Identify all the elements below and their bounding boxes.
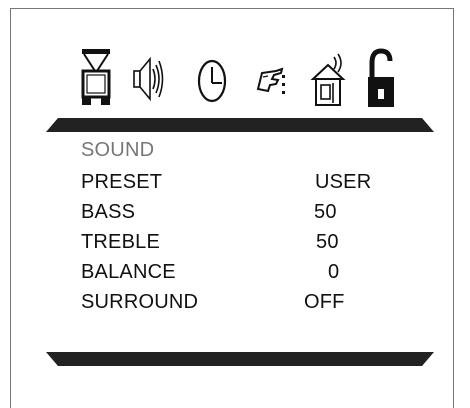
padlock-unlocked-icon[interactable] bbox=[364, 47, 398, 112]
preset-label: PRESET bbox=[81, 171, 163, 193]
top-separator-bar bbox=[46, 118, 434, 132]
menu-title: SOUND bbox=[81, 139, 155, 161]
tv-picture-icon[interactable] bbox=[78, 47, 114, 112]
balance-value: 0 bbox=[328, 261, 340, 283]
hand-setup-icon[interactable] bbox=[254, 47, 288, 112]
surround-label: SURROUND bbox=[81, 291, 199, 313]
bottom-separator-bar bbox=[46, 352, 434, 366]
bass-value: 50 bbox=[314, 201, 337, 223]
clock-timer-icon[interactable] bbox=[195, 47, 229, 112]
treble-label: TREBLE bbox=[81, 231, 161, 253]
sound-speaker-icon[interactable] bbox=[130, 47, 166, 112]
treble-value: 50 bbox=[316, 231, 339, 253]
balance-label: BALANCE bbox=[81, 261, 176, 283]
house-antenna-icon[interactable] bbox=[310, 47, 348, 112]
surround-value: OFF bbox=[304, 291, 345, 313]
preset-value: USER bbox=[315, 171, 372, 193]
bass-label: BASS bbox=[81, 201, 136, 223]
